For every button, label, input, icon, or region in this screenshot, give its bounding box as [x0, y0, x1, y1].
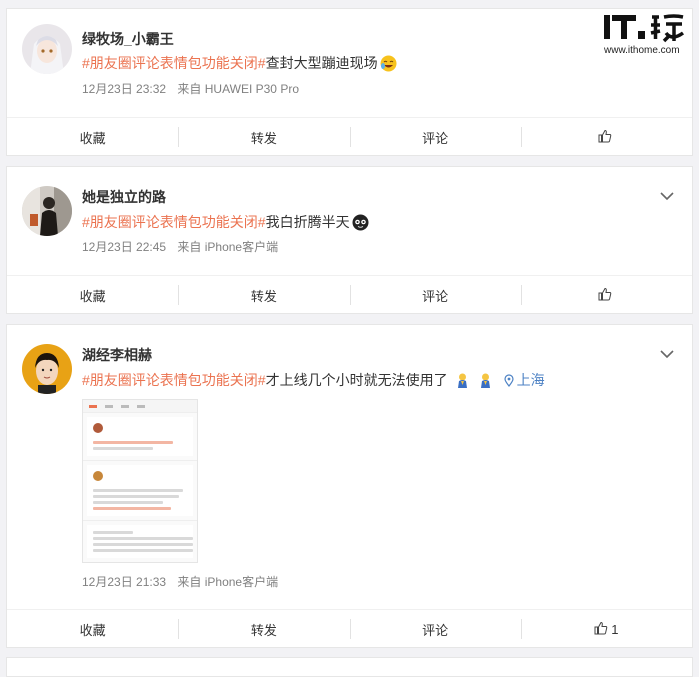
- repost-button[interactable]: 转发: [178, 118, 349, 156]
- praying-emoji: [454, 372, 471, 389]
- post-time[interactable]: 12月23日 22:45: [82, 240, 166, 254]
- comment-label: 评论: [422, 622, 449, 638]
- comment-label: 评论: [422, 130, 449, 146]
- topic-link[interactable]: #朋友圈评论表情包功能关闭#: [82, 212, 266, 232]
- thumbs-up-icon: [598, 287, 612, 304]
- post-source: 来自 iPhone客户端: [177, 240, 279, 254]
- post-text: 我白折腾半天: [265, 214, 350, 230]
- post-content: #朋友圈评论表情包功能关闭# 我白折腾半天: [82, 212, 369, 232]
- thumbnail-line: [93, 501, 163, 504]
- thumbnail-tab-marker: [105, 404, 113, 408]
- thumbnail-tab-marker: [89, 404, 97, 408]
- thumbnail-tabs: [83, 400, 197, 413]
- post-time[interactable]: 12月23日 21:33: [82, 575, 166, 589]
- thumbnail-line: [93, 447, 153, 450]
- location-pin-icon: [503, 373, 514, 387]
- avatar[interactable]: [22, 186, 72, 236]
- comment-button[interactable]: 评论: [349, 276, 521, 314]
- thumbnail-line: [93, 549, 193, 552]
- post-meta: 12月23日 21:33 来自 iPhone客户端: [82, 573, 278, 590]
- thumbnail-tab-marker: [137, 404, 145, 408]
- chevron-down-icon[interactable]: [660, 349, 674, 359]
- like-button[interactable]: 1: [520, 610, 692, 648]
- collect-label: 收藏: [79, 288, 106, 304]
- username[interactable]: 湖经李相赫: [82, 345, 152, 365]
- laughing-emoji: [380, 55, 397, 72]
- like-count: 1: [611, 621, 619, 637]
- post-source: 来自 iPhone客户端: [177, 575, 279, 589]
- thumbnail-divider: [83, 460, 197, 461]
- post-card-3: 湖经李相赫 #朋友圈评论表情包功能关闭# 才上线几个小时就无法使用了 上海 12…: [6, 324, 693, 648]
- post-content: #朋友圈评论表情包功能关闭# 查封大型蹦迪现场: [82, 53, 397, 73]
- thumbnail-line: [93, 495, 179, 498]
- post-meta: 12月23日 22:45 来自 iPhone客户端: [82, 238, 278, 255]
- action-bar: 收藏 转发 评论: [7, 275, 692, 314]
- collect-button[interactable]: 收藏: [7, 610, 178, 648]
- post-meta: 12月23日 23:32 来自 HUAWEI P30 Pro: [82, 80, 299, 97]
- post-text: 才上线几个小时就无法使用了: [265, 372, 448, 388]
- site-url: www.ithome.com: [604, 45, 680, 56]
- location-text: 上海: [516, 372, 545, 388]
- thumbs-up-icon: [594, 621, 608, 638]
- action-bar: 收藏 转发 评论: [7, 117, 692, 156]
- praying-emoji: [477, 372, 494, 389]
- collect-label: 收藏: [79, 130, 106, 146]
- repost-label: 转发: [250, 130, 277, 146]
- post-card-2: 她是独立的路 #朋友圈评论表情包功能关闭# 我白折腾半天 12月23日 22:4…: [6, 166, 693, 314]
- chevron-down-icon[interactable]: [660, 191, 674, 201]
- like-button[interactable]: [520, 276, 692, 314]
- location-link[interactable]: 上海: [503, 370, 545, 390]
- collect-label: 收藏: [79, 622, 106, 638]
- thumbnail-line: [93, 531, 133, 534]
- repost-button[interactable]: 转发: [178, 610, 349, 648]
- comment-button[interactable]: 评论: [349, 118, 521, 156]
- post-content: #朋友圈评论表情包功能关闭# 才上线几个小时就无法使用了 上海: [82, 370, 545, 390]
- username[interactable]: 她是独立的路: [82, 187, 166, 207]
- thumbnail-avatar: [93, 471, 103, 481]
- post-source: 来自 HUAWEI P30 Pro: [177, 82, 299, 96]
- thumbnail-post: [87, 525, 193, 558]
- repost-label: 转发: [250, 622, 277, 638]
- post-time[interactable]: 12月23日 23:32: [82, 82, 166, 96]
- topic-link[interactable]: #朋友圈评论表情包功能关闭#: [82, 370, 266, 390]
- thumbnail-avatar: [93, 423, 103, 433]
- post-card-1: 绿牧场_小霸王 #朋友圈评论表情包功能关闭# 查封大型蹦迪现场 12月23日 2…: [6, 8, 693, 156]
- dizzy-emoji: [352, 214, 369, 231]
- thumbnail-divider: [83, 520, 197, 521]
- thumbnail-post: [87, 465, 193, 516]
- post-image-thumbnail[interactable]: [82, 399, 198, 563]
- thumbnail-line: [93, 507, 171, 510]
- username[interactable]: 绿牧场_小霸王: [82, 29, 174, 49]
- action-bar: 收藏 转发 评论 1: [7, 609, 692, 648]
- collect-button[interactable]: 收藏: [7, 118, 178, 156]
- avatar[interactable]: [22, 24, 72, 74]
- thumbnail-post: [87, 417, 193, 456]
- thumbnail-line: [93, 543, 193, 546]
- thumbnail-line: [93, 537, 193, 540]
- post-card-next: [6, 657, 693, 677]
- thumbs-up-icon: [598, 129, 612, 146]
- thumbnail-line: [93, 441, 173, 444]
- like-button[interactable]: [520, 118, 692, 156]
- post-text: 查封大型蹦迪现场: [265, 55, 378, 71]
- thumbnail-tab-marker: [121, 404, 129, 408]
- comment-label: 评论: [422, 288, 449, 304]
- topic-link[interactable]: #朋友圈评论表情包功能关闭#: [82, 53, 266, 73]
- collect-button[interactable]: 收藏: [7, 276, 178, 314]
- comment-button[interactable]: 评论: [349, 610, 521, 648]
- repost-label: 转发: [250, 288, 277, 304]
- avatar[interactable]: [22, 344, 72, 394]
- thumbnail-line: [93, 489, 183, 492]
- repost-button[interactable]: 转发: [178, 276, 349, 314]
